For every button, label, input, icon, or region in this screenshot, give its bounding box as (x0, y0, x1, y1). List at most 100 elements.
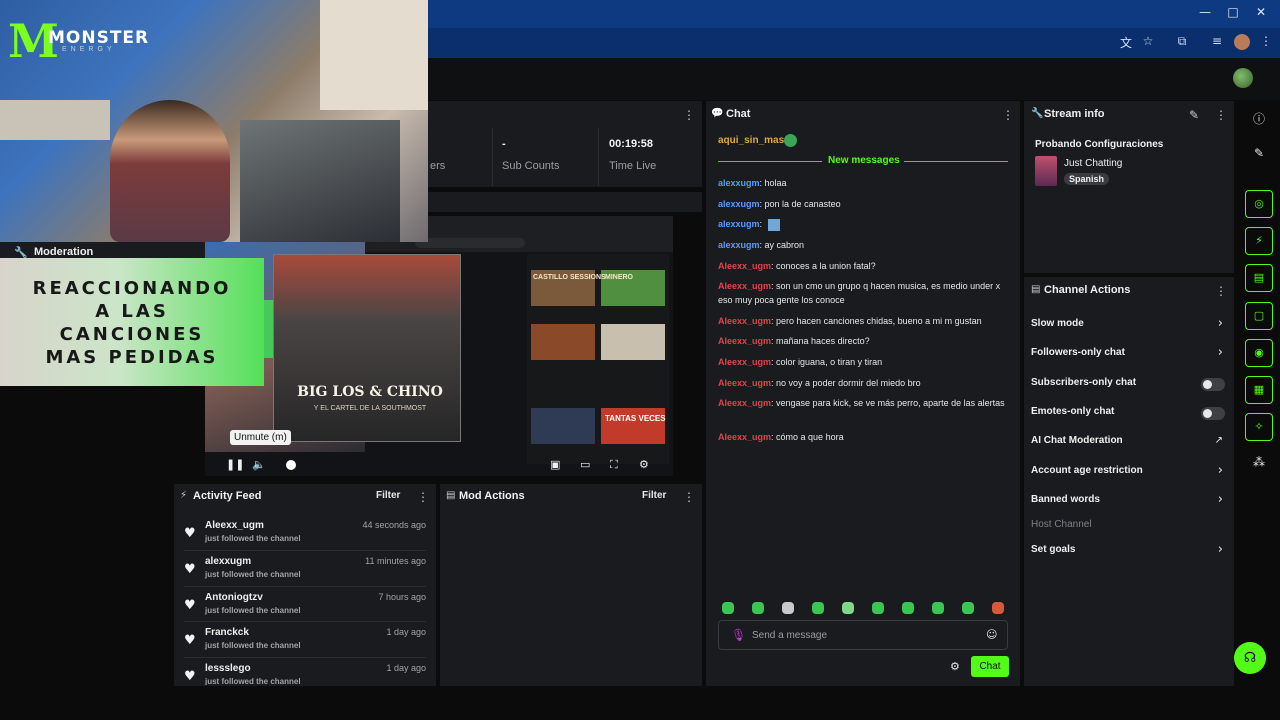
feed-username[interactable]: alexxugm (205, 556, 251, 567)
emote-icon[interactable] (932, 602, 944, 614)
action-followers-only[interactable]: Followers-only chat › (1031, 345, 1229, 363)
user-avatar[interactable] (1233, 68, 1253, 88)
chat-input-placeholder[interactable]: Send a message (752, 630, 827, 641)
layout-icon[interactable]: ▦ (1245, 376, 1273, 404)
chat-username[interactable]: Aleexx_ugm (718, 357, 771, 367)
settings-gear-icon[interactable]: ⚙ (639, 458, 649, 471)
emote-icon[interactable] (902, 602, 914, 614)
divider (718, 161, 822, 162)
activity-menu-icon[interactable]: ⋮ (417, 490, 429, 504)
stats-menu-icon[interactable]: ⋮ (683, 108, 695, 122)
reading-list-icon[interactable]: ≡ (1209, 34, 1225, 50)
action-account-age[interactable]: Account age restriction › (1031, 463, 1229, 481)
channel-actions-menu-icon[interactable]: ⋮ (1215, 284, 1227, 298)
divider (184, 621, 426, 622)
chat-username[interactable]: Aleexx_ugm (718, 281, 771, 291)
action-banned-words[interactable]: Banned words › (1031, 492, 1229, 510)
action-label: Account age restriction (1031, 465, 1143, 476)
chat-menu-icon[interactable]: ⋮ (1002, 108, 1014, 122)
chat-username[interactable]: alexxugm (718, 240, 760, 250)
banner-line: A LAS (95, 301, 169, 322)
recommendation-thumbnail[interactable] (531, 324, 595, 360)
chat-text: : vengase para kick, se ve más perro, ap… (771, 398, 1005, 408)
action-label: Host Channel (1031, 519, 1092, 530)
notes-icon[interactable]: ▤ (1245, 264, 1273, 292)
pinned-username[interactable]: aqui_sin_mas: (718, 135, 787, 146)
chat-username[interactable]: Aleexx_ugm (718, 316, 771, 326)
fullscreen-icon[interactable]: ⛶ (610, 458, 618, 472)
feed-username[interactable]: lessslego (205, 663, 251, 674)
close-window-button[interactable]: ✕ (1250, 5, 1272, 21)
emotes-only-toggle[interactable] (1201, 407, 1225, 420)
feed-username[interactable]: Aleexx_ugm (205, 520, 264, 531)
pause-icon[interactable]: ❚❚ (226, 458, 244, 471)
chat-username[interactable]: Aleexx_ugm (718, 398, 771, 408)
action-slow-mode[interactable]: Slow mode › (1031, 316, 1229, 334)
pencil-icon[interactable]: ✎ (1245, 146, 1273, 168)
chevron-right-icon: › (1217, 542, 1223, 557)
chat-text: : conoces a la union fatal? (771, 261, 876, 271)
menu-icon[interactable]: ⋮ (1258, 34, 1274, 50)
emote-icon[interactable] (722, 602, 734, 614)
emote-icon[interactable] (812, 602, 824, 614)
streamer (110, 100, 230, 242)
emoji-icon[interactable]: ☺ (986, 628, 997, 641)
support-headset-icon[interactable]: ☊ (1234, 642, 1266, 674)
progress-scrubber[interactable] (286, 460, 296, 470)
action-label: Subscribers-only chat (1031, 377, 1137, 388)
chat-username[interactable]: Aleexx_ugm (718, 261, 771, 271)
category-thumbnail[interactable] (1035, 156, 1057, 186)
volume-icon[interactable]: 🔈 (252, 458, 266, 471)
extensions-icon[interactable]: ⧉ (1174, 34, 1190, 50)
chat-message: Aleexx_ugm: conoces a la union fatal? (718, 259, 1010, 273)
chat-username[interactable]: Aleexx_ugm (718, 432, 771, 442)
chat-settings-icon[interactable]: ⚙ (950, 660, 960, 673)
feed-username[interactable]: Franckck (205, 627, 249, 638)
wrench-icon[interactable]: ✧ (1245, 413, 1273, 441)
stream-info-menu-icon[interactable]: ⋮ (1215, 108, 1227, 122)
chat-username[interactable]: alexxugm (718, 199, 760, 209)
broadcast-icon[interactable]: ◉ (1245, 339, 1273, 367)
mod-actions-menu-icon[interactable]: ⋮ (683, 490, 695, 504)
emote-icon[interactable] (842, 602, 854, 614)
emote-icon[interactable] (992, 602, 1004, 614)
translate-icon[interactable]: 文 (1118, 34, 1134, 50)
feed-username[interactable]: Antoniogtzv (205, 592, 263, 603)
emote-icon[interactable] (752, 602, 764, 614)
capture-icon[interactable]: ◎ (1245, 190, 1273, 218)
action-ai-moderation[interactable]: AI Chat Moderation ↗ (1031, 433, 1229, 451)
banner-line: REACCIONANDO (32, 278, 232, 299)
stream-category[interactable]: Just Chatting (1064, 158, 1122, 169)
lightning-icon[interactable]: ⚡ (1245, 227, 1273, 255)
emote-icon[interactable] (872, 602, 884, 614)
nodes-icon[interactable]: ⁂ (1245, 455, 1273, 477)
chat-send-button[interactable]: Chat (971, 656, 1009, 677)
chat-username[interactable]: Aleexx_ugm (718, 336, 771, 346)
star-icon[interactable]: ☆ (1140, 34, 1156, 50)
chat-username[interactable]: alexxugm (718, 219, 760, 229)
emote-icon[interactable] (782, 602, 794, 614)
microphone-icon[interactable]: 🎙 (731, 628, 746, 642)
new-messages-divider[interactable]: New messages (718, 154, 1008, 168)
miniplayer-icon[interactable]: ▣ (550, 458, 560, 471)
theater-icon[interactable]: ▭ (580, 458, 590, 471)
activity-filter-button[interactable]: Filter (376, 490, 400, 501)
recommendation-thumbnail[interactable] (601, 324, 665, 360)
mod-actions-filter-button[interactable]: Filter (642, 490, 666, 501)
heart-icon: ♥ (184, 669, 196, 684)
emote-icon[interactable] (962, 602, 974, 614)
edit-pencil-icon[interactable]: ✎ (1189, 108, 1199, 122)
info-icon[interactable]: ⓘ (1245, 110, 1273, 132)
maximize-button[interactable]: □ (1222, 5, 1244, 21)
minimize-button[interactable]: — (1194, 5, 1216, 21)
profile-avatar[interactable] (1234, 34, 1250, 50)
chat-bubble-icon[interactable]: ▢ (1245, 302, 1273, 330)
chat-username[interactable]: Aleexx_ugm (718, 378, 771, 388)
action-set-goals[interactable]: Set goals › (1031, 542, 1229, 560)
feed-action: just followed the channel (205, 534, 301, 543)
divider (184, 550, 426, 551)
recommendation-thumbnail[interactable] (531, 408, 595, 444)
feed-time: 44 seconds ago (362, 520, 426, 530)
subscribers-only-toggle[interactable] (1201, 378, 1225, 391)
chat-username[interactable]: alexxugm (718, 178, 760, 188)
